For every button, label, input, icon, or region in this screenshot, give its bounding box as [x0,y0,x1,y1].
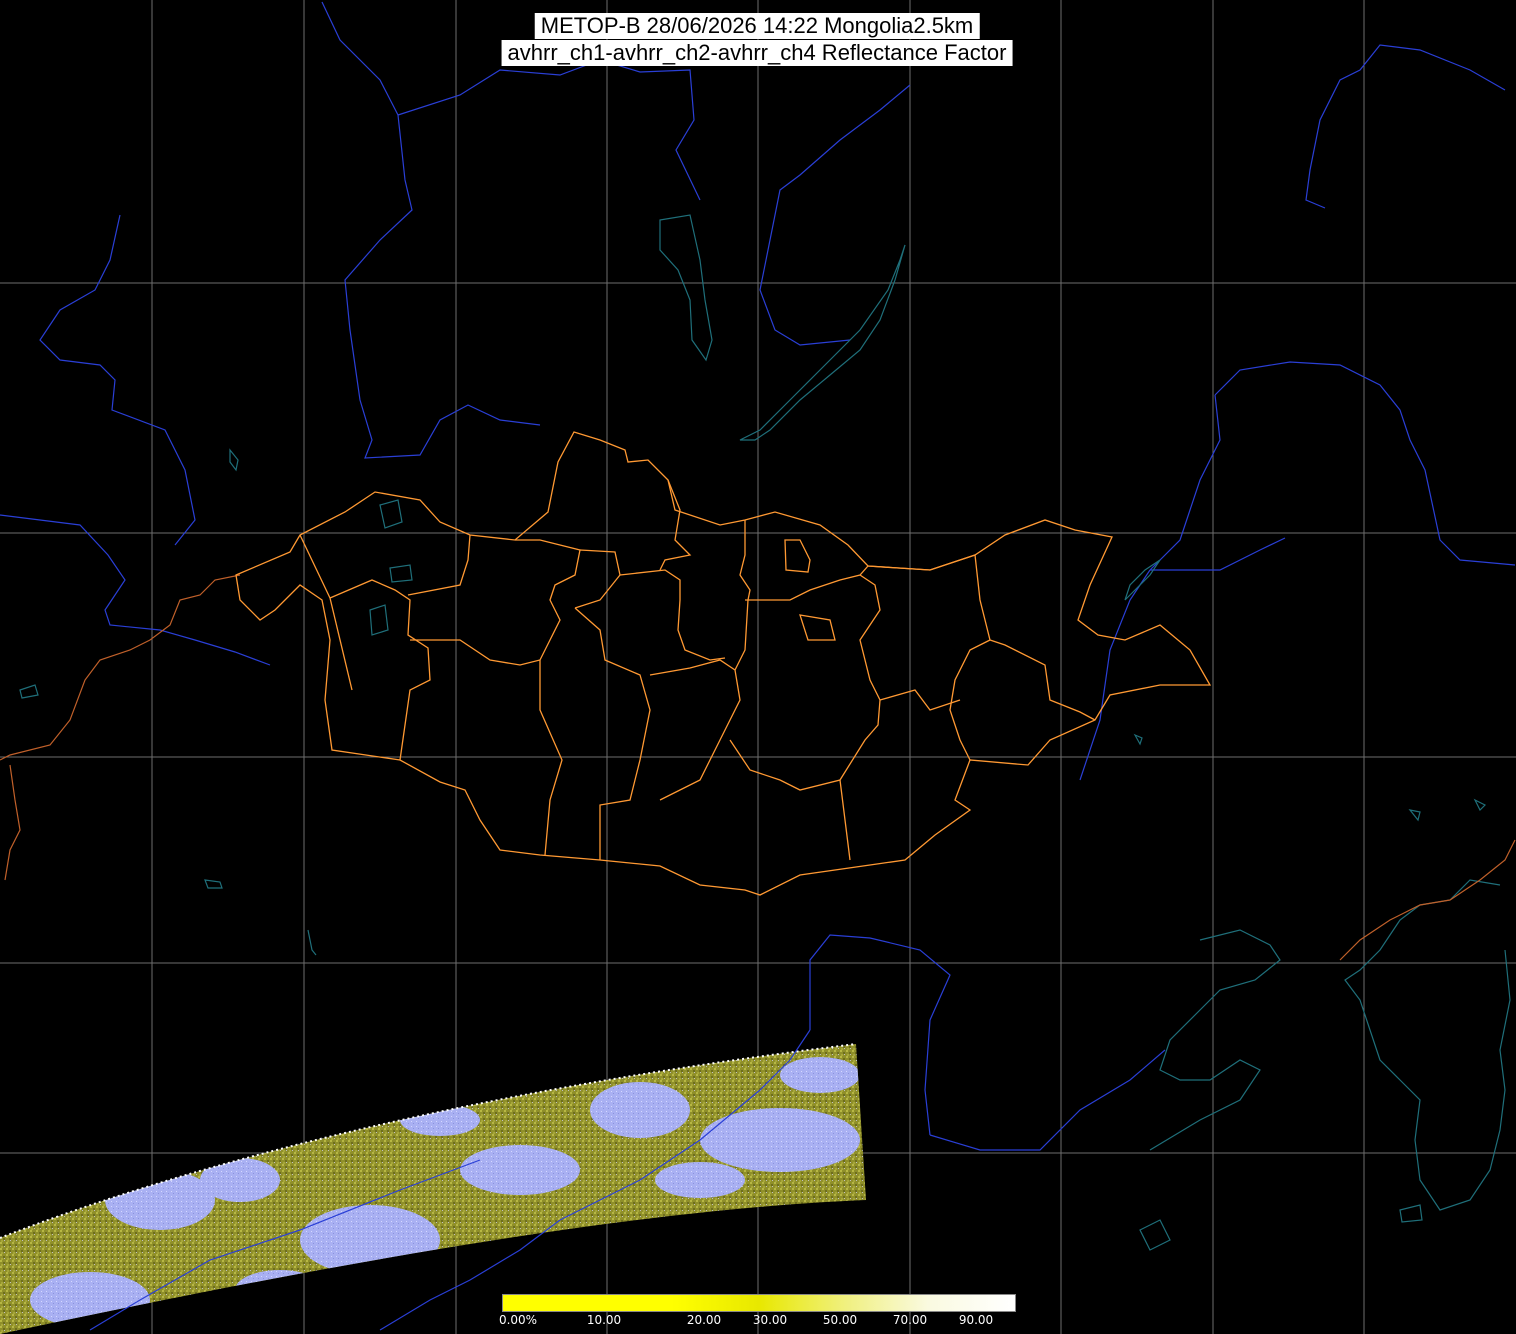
colorbar-label: 30.00 [752,1313,788,1327]
satellite-swath [0,1043,866,1334]
map-title-line-2: avhrr_ch1-avhrr_ch2-avhrr_ch4 Reflectanc… [501,40,1013,66]
colorbar-labels: 0.00% 10.00 20.00 30.00 50.00 70.00 90.0… [498,1312,1014,1330]
colorbar-label: 50.00 [822,1313,858,1327]
colorbar-label: 0.00% [498,1313,538,1327]
colorbar [502,1294,1016,1312]
colorbar-label: 70.00 [892,1313,928,1327]
colorbar-label: 10.00 [586,1313,622,1327]
map-viewport: METOP-B 28/06/2026 14:22 Mongolia2.5km a… [0,0,1516,1334]
map-title-line-1: METOP-B 28/06/2026 14:22 Mongolia2.5km [534,13,980,39]
mongolia-admin-lines [235,431,1212,896]
colorbar-label: 20.00 [686,1313,722,1327]
map-canvas [0,0,1516,1334]
colorbar-label: 90.00 [958,1313,994,1327]
